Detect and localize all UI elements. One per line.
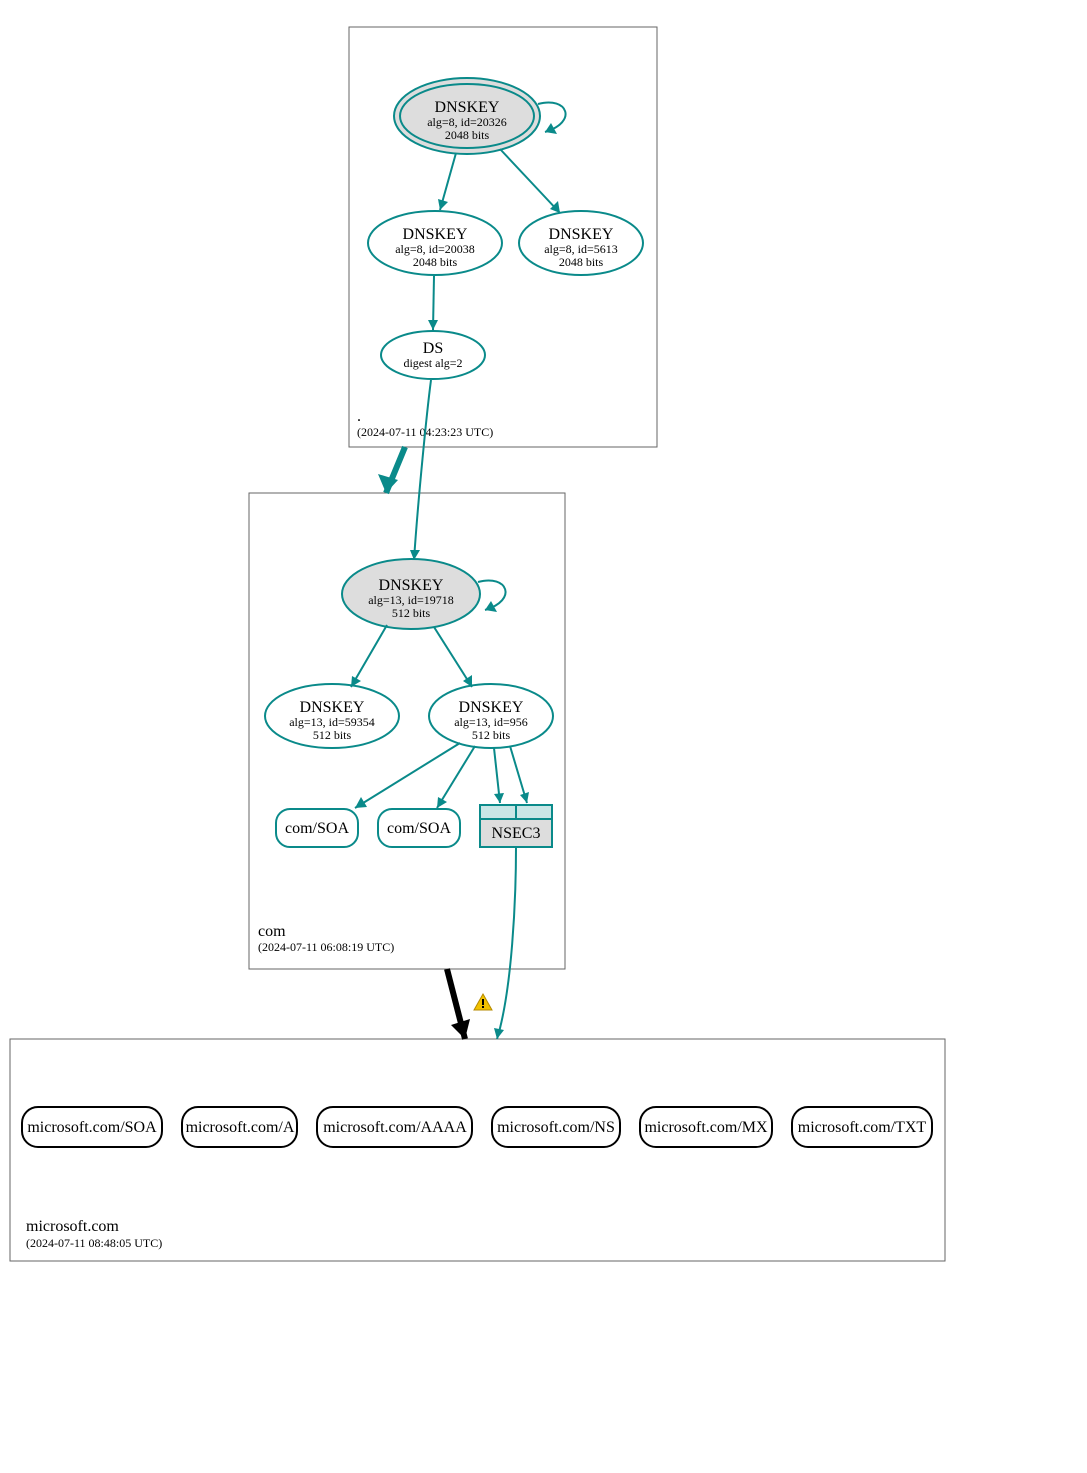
svg-text:com/SOA: com/SOA bbox=[387, 820, 451, 837]
node-com-zsk1: DNSKEY alg=13, id=59354 512 bits bbox=[265, 684, 399, 748]
node-ms-a: microsoft.com/A bbox=[182, 1107, 297, 1147]
svg-text:alg=13, id=59354: alg=13, id=59354 bbox=[289, 715, 375, 729]
zone-label-root: . bbox=[357, 408, 361, 425]
svg-text:alg=8, id=20326: alg=8, id=20326 bbox=[427, 115, 507, 129]
node-com-soa-1: com/SOA bbox=[276, 809, 358, 847]
zone-timestamp-com: (2024-07-11 06:08:19 UTC) bbox=[258, 940, 394, 954]
svg-text:alg=13, id=956: alg=13, id=956 bbox=[454, 715, 528, 729]
node-ms-aaaa: microsoft.com/AAAA bbox=[317, 1107, 472, 1147]
node-ms-ns: microsoft.com/NS bbox=[492, 1107, 620, 1147]
svg-text:microsoft.com/NS: microsoft.com/NS bbox=[497, 1119, 615, 1136]
edge-comksk-zsk2 bbox=[434, 627, 472, 687]
edge-rootksk-zsk2 bbox=[500, 149, 560, 213]
svg-text:512 bits: 512 bits bbox=[472, 728, 511, 742]
edge-zsk2-soa1 bbox=[355, 743, 460, 808]
zone-label-com: com bbox=[258, 923, 286, 940]
svg-text:DS: DS bbox=[423, 340, 443, 357]
svg-text:2048 bits: 2048 bits bbox=[445, 128, 490, 142]
node-root-zsk1: DNSKEY alg=8, id=20038 2048 bits bbox=[368, 211, 502, 275]
edge-nsec3-ms bbox=[497, 847, 516, 1039]
svg-text:microsoft.com/TXT: microsoft.com/TXT bbox=[798, 1119, 927, 1136]
svg-text:alg=8, id=20038: alg=8, id=20038 bbox=[395, 242, 475, 256]
svg-text:alg=13, id=19718: alg=13, id=19718 bbox=[368, 593, 454, 607]
node-ms-mx: microsoft.com/MX bbox=[640, 1107, 772, 1147]
node-ms-soa: microsoft.com/SOA bbox=[22, 1107, 162, 1147]
node-ms-txt: microsoft.com/TXT bbox=[792, 1107, 932, 1147]
svg-text:digest alg=2: digest alg=2 bbox=[403, 356, 462, 370]
node-root-ksk: DNSKEY alg=8, id=20326 2048 bits bbox=[394, 78, 540, 154]
zone-timestamp-ms: (2024-07-11 08:48:05 UTC) bbox=[26, 1236, 162, 1250]
svg-text:microsoft.com/MX: microsoft.com/MX bbox=[644, 1119, 768, 1136]
node-com-zsk2: DNSKEY alg=13, id=956 512 bits bbox=[429, 684, 553, 748]
svg-text:alg=8, id=5613: alg=8, id=5613 bbox=[544, 242, 618, 256]
node-com-nsec3: NSEC3 bbox=[480, 805, 552, 847]
svg-text:DNSKEY: DNSKEY bbox=[403, 226, 468, 243]
svg-text:microsoft.com/AAAA: microsoft.com/AAAA bbox=[323, 1119, 467, 1136]
svg-text:com/SOA: com/SOA bbox=[285, 820, 349, 837]
svg-text:DNSKEY: DNSKEY bbox=[379, 577, 444, 594]
svg-text:2048 bits: 2048 bits bbox=[559, 255, 604, 269]
dnssec-diagram: . (2024-07-11 04:23:23 UTC) DNSKEY alg=8… bbox=[0, 0, 1087, 1473]
svg-text:DNSKEY: DNSKEY bbox=[435, 99, 500, 116]
svg-text:DNSKEY: DNSKEY bbox=[459, 699, 524, 716]
warning-icon bbox=[474, 994, 492, 1010]
zone-label-ms: microsoft.com bbox=[26, 1218, 119, 1235]
edge-comksk-zsk1 bbox=[351, 625, 387, 687]
zone-box-ms bbox=[10, 1039, 945, 1261]
node-com-ksk: DNSKEY alg=13, id=19718 512 bits bbox=[342, 559, 480, 629]
node-root-ds: DS digest alg=2 bbox=[381, 331, 485, 379]
node-com-soa-2: com/SOA bbox=[378, 809, 460, 847]
svg-text:microsoft.com/SOA: microsoft.com/SOA bbox=[27, 1119, 157, 1136]
svg-text:microsoft.com/A: microsoft.com/A bbox=[186, 1119, 295, 1136]
node-root-zsk2: DNSKEY alg=8, id=5613 2048 bits bbox=[519, 211, 643, 275]
svg-text:2048 bits: 2048 bits bbox=[413, 255, 458, 269]
edge-zsk2-soa2 bbox=[437, 746, 475, 808]
edge-ds-comksk bbox=[414, 380, 431, 560]
svg-text:DNSKEY: DNSKEY bbox=[300, 699, 365, 716]
svg-text:512 bits: 512 bits bbox=[313, 728, 352, 742]
svg-text:DNSKEY: DNSKEY bbox=[549, 226, 614, 243]
svg-text:512 bits: 512 bits bbox=[392, 606, 431, 620]
svg-text:NSEC3: NSEC3 bbox=[492, 825, 541, 842]
